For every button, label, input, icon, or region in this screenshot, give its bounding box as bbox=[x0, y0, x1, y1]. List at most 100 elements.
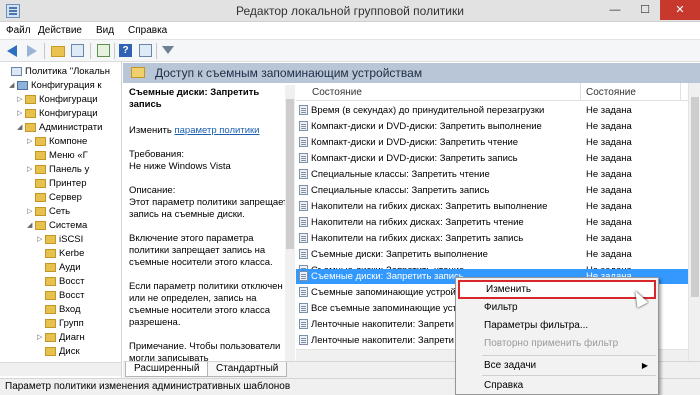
tree-item[interactable]: Сервер bbox=[27, 191, 82, 205]
folder-icon bbox=[35, 206, 46, 216]
tree-item[interactable]: ▷ Конфигураци bbox=[17, 107, 98, 121]
context-menu-all-tasks[interactable]: Все задачи ▶ bbox=[458, 356, 656, 375]
help-icon[interactable]: ? bbox=[118, 43, 134, 59]
tree-item[interactable]: ▷ iSCSI bbox=[37, 233, 83, 247]
description: Описание: Этот параметр политики запрещае… bbox=[129, 185, 288, 220]
status-text: Параметр политики изменения администрати… bbox=[5, 381, 291, 392]
folder-icon bbox=[35, 220, 46, 230]
tree-item[interactable]: Восст bbox=[37, 275, 84, 289]
up-folder-icon[interactable] bbox=[50, 43, 66, 59]
tree-item[interactable]: Групп bbox=[37, 317, 84, 331]
tree-item[interactable]: ▷ Панель у bbox=[27, 163, 89, 177]
tree-item[interactable]: Восст bbox=[37, 289, 84, 303]
tree-item[interactable]: ▷ Диагн bbox=[37, 331, 85, 345]
folder-icon bbox=[45, 262, 56, 272]
tree-item[interactable]: ▷ Конфигураци bbox=[17, 93, 98, 107]
context-menu-edit[interactable]: Изменить bbox=[458, 280, 656, 299]
menu-file[interactable]: Файл bbox=[6, 25, 31, 36]
tab-extended[interactable]: Расширенный bbox=[125, 362, 209, 377]
tree-item[interactable]: ◢ Система bbox=[27, 219, 87, 233]
navigation-tree: Политика "Локальн ◢ Конфигурация к ▷ Конфи… bbox=[0, 62, 122, 378]
context-menu-filter[interactable]: Фильтр bbox=[458, 298, 656, 317]
folder-icon bbox=[45, 234, 56, 244]
tree-item[interactable]: ◢ Конфигурация к bbox=[9, 79, 102, 93]
folder-icon bbox=[45, 318, 56, 328]
tree-item[interactable]: Ауди bbox=[37, 261, 81, 275]
tree-horizontal-scrollbar[interactable] bbox=[0, 362, 121, 376]
tree-item[interactable]: ▷ Компоне bbox=[27, 135, 87, 149]
tree-item[interactable]: ◢ Администрати bbox=[17, 121, 102, 135]
menu-help[interactable]: Справка bbox=[128, 25, 167, 36]
policy-setting-icon bbox=[299, 185, 308, 195]
menu-view[interactable]: Вид bbox=[96, 25, 114, 36]
toolbar-separator bbox=[114, 43, 115, 59]
policy-row[interactable]: Накопители на гибких дисках: Запретить ч… bbox=[296, 215, 688, 230]
scrollbar-thumb[interactable] bbox=[691, 97, 699, 297]
scrollbar-thumb[interactable] bbox=[286, 99, 294, 249]
filter-icon[interactable] bbox=[160, 43, 176, 59]
export-list-icon[interactable] bbox=[96, 43, 112, 59]
policy-row[interactable]: Компакт-диски и DVD-диски: Запретить чте… bbox=[296, 135, 688, 150]
context-menu-reapply-filter: Повторно применить фильтр bbox=[484, 338, 619, 349]
description-enabled: Включение этого параметра политики запре… bbox=[129, 233, 273, 268]
policy-row[interactable]: Накопители на гибких дисках: Запретить з… bbox=[296, 231, 688, 246]
description-scrollbar[interactable] bbox=[285, 85, 295, 361]
context-menu-help[interactable]: Справка bbox=[458, 376, 656, 395]
context-menu: Изменить Фильтр Параметры фильтра... Пов… bbox=[455, 277, 659, 395]
column-divider[interactable] bbox=[580, 83, 581, 101]
policy-setting-icon bbox=[299, 201, 308, 211]
column-header-name[interactable]: Состояние bbox=[312, 87, 362, 98]
minimize-button[interactable]: — bbox=[600, 0, 630, 20]
close-button[interactable]: ✕ bbox=[660, 0, 700, 20]
submenu-arrow-icon: ▶ bbox=[641, 361, 648, 370]
folder-icon bbox=[25, 94, 36, 104]
tree-item[interactable]: Диск bbox=[37, 345, 80, 359]
description-note: Примечание. Чтобы пользователи могли зап… bbox=[129, 341, 281, 361]
policy-row[interactable]: Съемные диски: Запретить выполнение Не за… bbox=[296, 247, 688, 262]
menu-action[interactable]: Действие bbox=[38, 25, 82, 36]
folder-icon bbox=[45, 276, 56, 286]
policy-row[interactable]: Специальные классы: Запретить запись Не з… bbox=[296, 183, 688, 198]
folder-icon bbox=[25, 122, 36, 132]
policy-row[interactable]: Компакт-диски и DVD-диски: Запретить зап… bbox=[296, 151, 688, 166]
policy-row[interactable]: Компакт-диски и DVD-диски: Запретить вып… bbox=[296, 119, 688, 134]
context-menu-filter-options[interactable]: Параметры фильтра... bbox=[458, 316, 656, 335]
policy-row[interactable]: Специальные классы: Запретить чтение Не з… bbox=[296, 167, 688, 182]
policy-setting-icon bbox=[299, 137, 308, 147]
tree-item[interactable]: Меню «Г bbox=[27, 149, 88, 163]
tree-item[interactable]: Принтер bbox=[27, 177, 86, 191]
tree-item[interactable]: ▷ Сеть bbox=[27, 205, 70, 219]
folder-icon bbox=[45, 346, 56, 356]
folder-icon bbox=[35, 150, 46, 160]
tab-standard[interactable]: Стандартный bbox=[207, 362, 288, 377]
policy-setting-icon bbox=[299, 169, 308, 179]
toolbar-separator bbox=[44, 43, 45, 59]
policy-row[interactable]: Накопители на гибких дисках: Запретить в… bbox=[296, 199, 688, 214]
properties-icon[interactable] bbox=[138, 43, 154, 59]
tree-item[interactable]: Kerbe bbox=[37, 247, 84, 261]
toolbar: ? bbox=[0, 40, 700, 62]
computer-icon bbox=[17, 80, 28, 90]
policy-row[interactable]: Время (в секундах) до принудительной пер… bbox=[296, 103, 688, 118]
folder-icon bbox=[45, 248, 56, 258]
tree-item[interactable]: Политика "Локальн bbox=[3, 65, 110, 79]
forward-arrow-icon[interactable] bbox=[24, 43, 40, 59]
policy-setting-icon bbox=[299, 249, 308, 259]
folder-icon bbox=[35, 192, 46, 202]
show-hide-tree-icon[interactable] bbox=[70, 43, 86, 59]
menu-bar: Файл Действие Вид Справка bbox=[0, 22, 700, 40]
folder-icon bbox=[45, 332, 56, 342]
column-header-state[interactable]: Состояние bbox=[586, 87, 636, 98]
policy-setting-icon bbox=[299, 121, 308, 131]
list-vertical-scrollbar[interactable] bbox=[688, 83, 700, 361]
folder-icon bbox=[35, 164, 46, 174]
back-arrow-icon[interactable] bbox=[4, 43, 20, 59]
window-title: Редактор локальной групповой политики bbox=[236, 4, 464, 18]
policy-setting-icon bbox=[299, 287, 308, 297]
tree-item[interactable]: Вход bbox=[37, 303, 81, 317]
folder-icon bbox=[35, 178, 46, 188]
column-divider[interactable] bbox=[680, 83, 681, 101]
description-disabled: Если параметр политики отключен или не о… bbox=[129, 281, 283, 328]
maximize-button[interactable]: ☐ bbox=[630, 0, 660, 20]
edit-policy-link[interactable]: параметр политики bbox=[175, 125, 260, 136]
